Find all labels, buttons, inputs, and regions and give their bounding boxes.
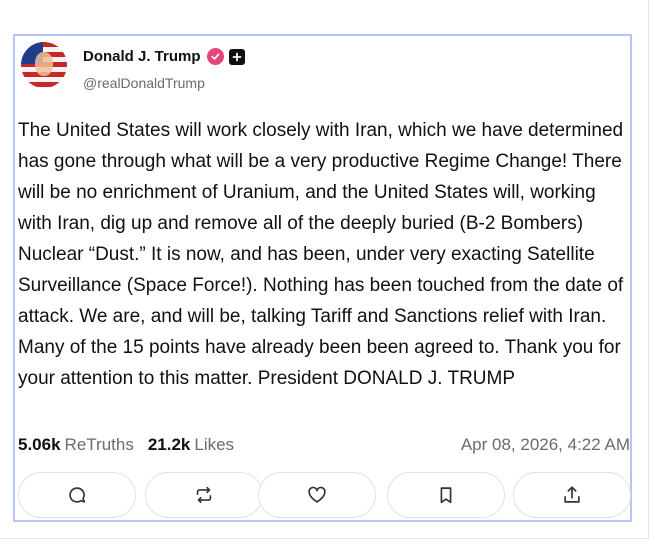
- likes-label[interactable]: Likes: [194, 435, 234, 455]
- post-card[interactable]: Donald J. Trump @realDonaldTrump The Uni…: [13, 34, 632, 522]
- action-bar: [15, 472, 631, 520]
- plus-icon: [232, 52, 241, 61]
- verified-badge-icon: [206, 48, 224, 65]
- share-button[interactable]: [513, 472, 631, 518]
- checkmark-icon: [210, 53, 220, 60]
- post-header: Donald J. Trump @realDonaldTrump: [21, 42, 621, 91]
- author-display-name[interactable]: Donald J. Trump: [83, 48, 201, 65]
- like-button[interactable]: [258, 472, 376, 518]
- reply-button[interactable]: [18, 472, 136, 518]
- like-icon: [308, 486, 326, 503]
- author-name-row: Donald J. Trump: [83, 48, 245, 65]
- reply-icon: [69, 487, 86, 503]
- retruths-label[interactable]: ReTruths: [65, 435, 134, 455]
- bookmark-button[interactable]: [387, 472, 505, 518]
- post-body-text: The United States will work closely with…: [18, 120, 624, 389]
- bookmark-icon: [440, 487, 452, 504]
- retruths-count[interactable]: 5.06k: [18, 435, 61, 455]
- retruth-button[interactable]: [145, 472, 263, 518]
- author-handle[interactable]: @realDonaldTrump: [83, 75, 205, 91]
- likes-count[interactable]: 21.2k: [148, 435, 191, 455]
- post-timestamp[interactable]: Apr 08, 2026, 4:22 AM: [461, 435, 630, 455]
- plus-badge-icon: [228, 48, 245, 65]
- avatar[interactable]: [21, 42, 67, 88]
- retruth-icon: [196, 486, 212, 504]
- share-icon: [564, 486, 580, 503]
- post-stats: 5.06k ReTruths 21.2k Likes Apr 08, 2026,…: [18, 433, 630, 457]
